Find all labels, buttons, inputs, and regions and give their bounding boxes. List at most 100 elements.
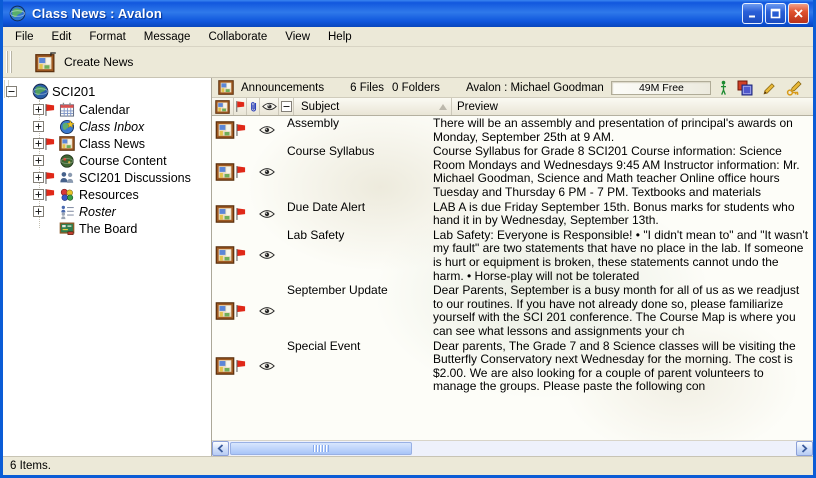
minimize-icon [747,8,758,19]
collapse-box-icon[interactable] [6,86,17,97]
subject-header-label: Subject [301,101,339,113]
eye-icon [259,167,275,177]
globe-icon [31,83,49,100]
files-count: 6 Files [350,82,384,94]
unread-flag-icon [44,188,55,202]
scroll-right-button[interactable] [796,441,813,456]
tree-item-label: Roster [79,205,116,219]
news-icon [58,136,76,151]
scrollbar-grip [313,445,329,452]
expand-box-icon[interactable] [33,104,44,115]
person-icon[interactable] [719,80,728,96]
menu-collaborate[interactable]: Collaborate [199,29,276,45]
resources-icon [58,187,76,203]
expand-box-icon[interactable] [33,206,44,217]
toolbar-grip[interactable] [6,51,14,73]
menu-format[interactable]: Format [80,29,134,45]
unread-flag-icon [235,123,246,137]
expand-box-icon[interactable] [33,138,44,149]
column-preview[interactable]: Preview [452,98,813,115]
tree-item-course-content[interactable]: Course Content [3,152,211,169]
column-attachment[interactable] [247,98,260,115]
column-item-icon[interactable] [212,98,234,115]
tree-item-sci201-discussions[interactable]: SCI201 Discussions [3,169,211,186]
items-count: 6 Items. [10,460,51,472]
message-subject: Due Date Alert [279,200,431,228]
expand-box-icon[interactable] [33,172,44,183]
close-button[interactable] [788,3,809,24]
tree-item-label: Course Content [79,154,167,168]
message-preview: LAB A is due Friday September 15th. Bonu… [431,200,813,228]
news-icon [215,246,235,264]
tree-item-calendar[interactable]: Calendar [3,101,211,118]
infobar-icons [719,80,807,96]
unread-flag-icon [44,137,55,151]
message-preview: Lab Safety: Everyone is Responsible! • "… [431,228,813,283]
message-row-lab-safety[interactable]: Lab Safety Lab Safety: Everyone is Respo… [212,228,813,283]
create-news-icon [35,52,58,73]
message-row-due-date-alert[interactable]: Due Date Alert LAB A is due Friday Septe… [212,200,813,228]
announcements-list: Assembly There will be an assembly and p… [212,116,813,440]
tree-item-sci201[interactable]: SCI201 [3,82,211,101]
unread-flag-icon [235,165,246,179]
toolbar: Create News [3,47,813,78]
maximize-button[interactable] [765,3,786,24]
expand-box-icon[interactable] [33,155,44,166]
window-title: Class News : Avalon [32,6,740,21]
expand-box-icon[interactable] [33,189,44,200]
horizontal-scrollbar[interactable] [212,440,813,456]
news-icon [218,80,234,95]
unread-flag-icon [235,304,246,318]
message-row-assembly[interactable]: Assembly There will be an assembly and p… [212,116,813,144]
tree-item-roster[interactable]: Roster [3,203,211,220]
create-news-label: Create News [64,55,133,69]
expand-box-icon[interactable] [33,121,44,132]
create-news-button[interactable]: Create News [28,49,140,76]
panel-infobar: Announcements 6 Files 0 Folders Avalon :… [212,78,813,98]
news-icon [215,205,235,223]
preview-header-label: Preview [457,101,498,113]
menubar: File Edit Format Message Collaborate Vie… [3,27,813,47]
menu-file[interactable]: File [6,29,43,45]
menu-message[interactable]: Message [135,29,200,45]
tree-item-resources[interactable]: Resources [3,186,211,203]
unread-flag-icon [235,207,246,221]
folders-count: 0 Folders [392,82,440,94]
free-space-label: 49M Free [639,82,684,94]
app-window: Class News : Avalon File Edit Format Mes… [0,0,816,478]
menu-help[interactable]: Help [319,29,361,45]
message-row-course-syllabus[interactable]: Course Syllabus Course Syllabus for Grad… [212,144,813,199]
tree-item-label: Class News [79,137,145,151]
calendar-icon [58,102,76,117]
column-header-row: Subject Preview [212,98,813,116]
news-icon [215,302,235,320]
column-subject[interactable]: Subject [294,98,452,115]
pencil-icon[interactable] [762,80,777,96]
minimize-button[interactable] [742,3,763,24]
message-row-september-update[interactable]: September Update Dear Parents, September… [212,283,813,338]
scroll-left-button[interactable] [212,441,229,456]
column-viewed[interactable] [260,98,279,115]
tree-item-label: Calendar [79,103,130,117]
free-space-meter: 49M Free [611,81,711,95]
message-preview: Course Syllabus for Grade 8 SCI201 Cours… [431,144,813,199]
conference-title: Announcements [241,82,324,94]
tree-item-class-inbox[interactable]: Class Inbox [3,118,211,135]
scrollbar-thumb[interactable] [230,442,412,455]
message-subject: Special Event [279,339,431,394]
tree-item-class-news[interactable]: Class News [3,135,211,152]
titlebar[interactable]: Class News : Avalon [3,0,813,27]
collapse-all-box[interactable] [279,98,294,115]
eye-icon [259,361,275,371]
message-row-special-event[interactable]: Special Event Dear parents, The Grade 7 … [212,339,813,394]
tree-item-the-board[interactable]: The Board [3,220,211,237]
paperclip-icon [249,100,258,113]
message-preview: Dear parents, The Grade 7 and 8 Science … [431,339,813,394]
windows-icon[interactable] [737,80,753,96]
discussions-icon [58,170,76,185]
key-pencil-icon[interactable] [786,80,803,96]
menu-view[interactable]: View [276,29,319,45]
menu-edit[interactable]: Edit [43,29,81,45]
tree-item-label: Resources [79,188,139,202]
column-flag[interactable] [234,98,247,115]
